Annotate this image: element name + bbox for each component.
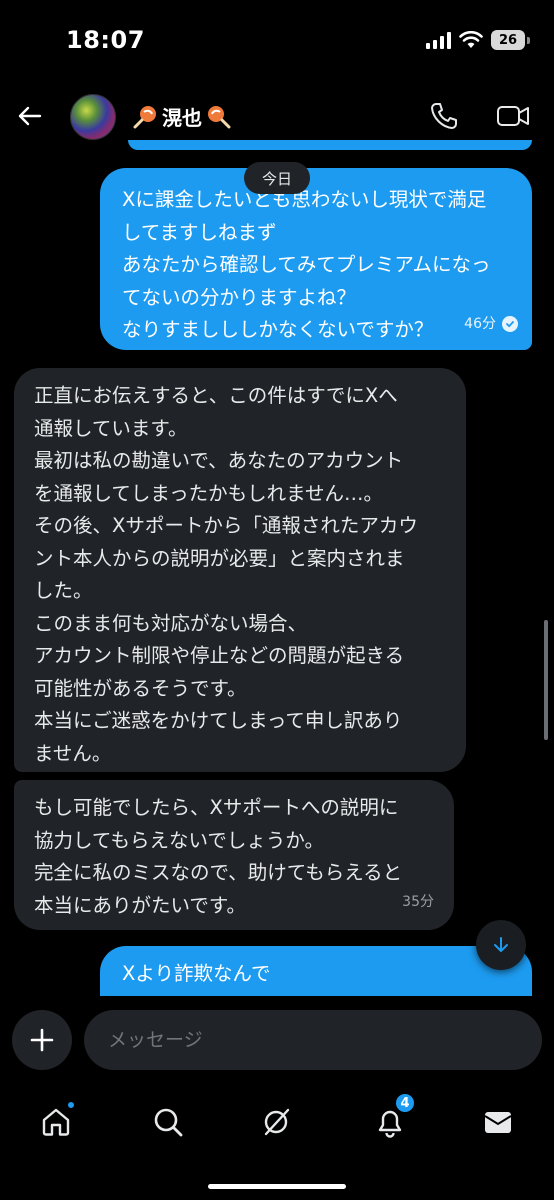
message-line: 完全に私のミスなので、助けてもらえると [34,861,403,884]
candy-emoji-icon [133,105,156,128]
notifications-badge: 4 [394,1092,416,1114]
message-line: 可能性があるそうです。 [34,676,247,700]
status-time: 18:07 [66,26,145,54]
grok-icon [264,1108,290,1136]
message-line: このまま何も対応がない場合、 [34,611,308,635]
call-button[interactable] [428,100,460,132]
home-unread-dot [66,1100,76,1110]
previous-message-bubble-edge [128,140,532,150]
message-line: 最初は私の勘違いで、あなたのアカウント [34,449,404,472]
message-line: ント本人からの説明が必要」と案内されま [34,546,405,570]
candy-emoji-icon [208,105,231,128]
search-icon [154,1108,183,1137]
scrollbar[interactable] [544,620,548,740]
battery-icon: 26 [491,30,530,50]
message-input[interactable] [84,1010,542,1070]
status-bar: 18:07 26 [0,0,554,84]
arrow-down-icon [494,937,508,952]
message-bubble-received[interactable]: もし可能でしたら、Xサポートへの説明に 協力してもらえないでしょうか。 完全に私… [14,780,454,930]
status-indicators: 26 [426,30,530,50]
conversation-header: 滉也 [0,84,554,148]
add-attachment-button[interactable] [12,1010,72,1070]
message-line: Xより詐欺なんで [122,962,271,985]
message-line: 本当にありがたいです。 [34,893,246,917]
nav-search[interactable] [146,1100,190,1144]
plus-icon [30,1028,54,1052]
date-separator: 今日 [244,162,310,194]
arrow-left-icon [18,106,42,126]
video-call-button[interactable] [496,100,530,132]
message-line: を通報してしまったかもしれません…。 [34,481,384,505]
message-line: Xに課金したいとも思わないし現状で満足 [122,188,487,211]
nav-grok[interactable] [254,1100,298,1144]
video-camera-icon [497,106,529,126]
nav-home[interactable] [34,1100,78,1144]
message-line: アカウント制限や停止などの問題が起きる [34,644,405,667]
phone-icon [431,103,457,129]
back-button[interactable] [14,100,46,132]
home-indicator [208,1184,346,1189]
message-line: もし可能でしたら、Xサポートへの説明に [34,796,399,819]
scroll-to-bottom-button[interactable] [476,920,526,970]
avatar[interactable] [70,94,116,140]
message-bubble-sent[interactable]: Xに課金したいとも思わないし現状で満足 してますしねまず あなたから確認してみて… [100,168,532,350]
nav-notifications[interactable]: 4 [368,1092,416,1144]
message-line: あなたから確認してみてプレミアムになっ [122,253,491,276]
battery-level: 26 [491,30,525,50]
message-bubble-received[interactable]: 正直にお伝えすると、この件はすでにXへ 通報しています。 最初は私の勘違いで、あ… [14,368,466,772]
message-line: その後、Xサポートから「通報されたアカウ [34,514,418,537]
message-time: 46分 [464,315,496,332]
cellular-signal-icon [426,31,451,49]
wifi-icon [459,31,483,48]
bottom-navigation: 4 [0,1084,554,1200]
message-meta: 46分 [464,308,518,341]
message-line: ません。 [34,741,112,765]
message-line: 正直にお伝えすると、この件はすでにXへ [34,384,398,407]
contact-name: 滉也 [162,106,202,130]
message-line: してますしねまず [122,220,277,244]
message-line: 本当にご迷惑をかけてしまって申し訳あり [34,709,403,732]
read-check-icon [502,315,518,332]
contact-name-row[interactable]: 滉也 [132,102,232,131]
message-line: 通報しています。 [34,416,188,440]
message-time: 35分 [402,893,434,910]
message-line: 協力してもらえないでしょうか。 [34,828,324,852]
message-line: した。 [34,579,93,602]
message-composer [0,996,554,1084]
nav-messages[interactable] [476,1100,520,1144]
home-icon [42,1108,70,1136]
envelope-icon [484,1112,512,1133]
